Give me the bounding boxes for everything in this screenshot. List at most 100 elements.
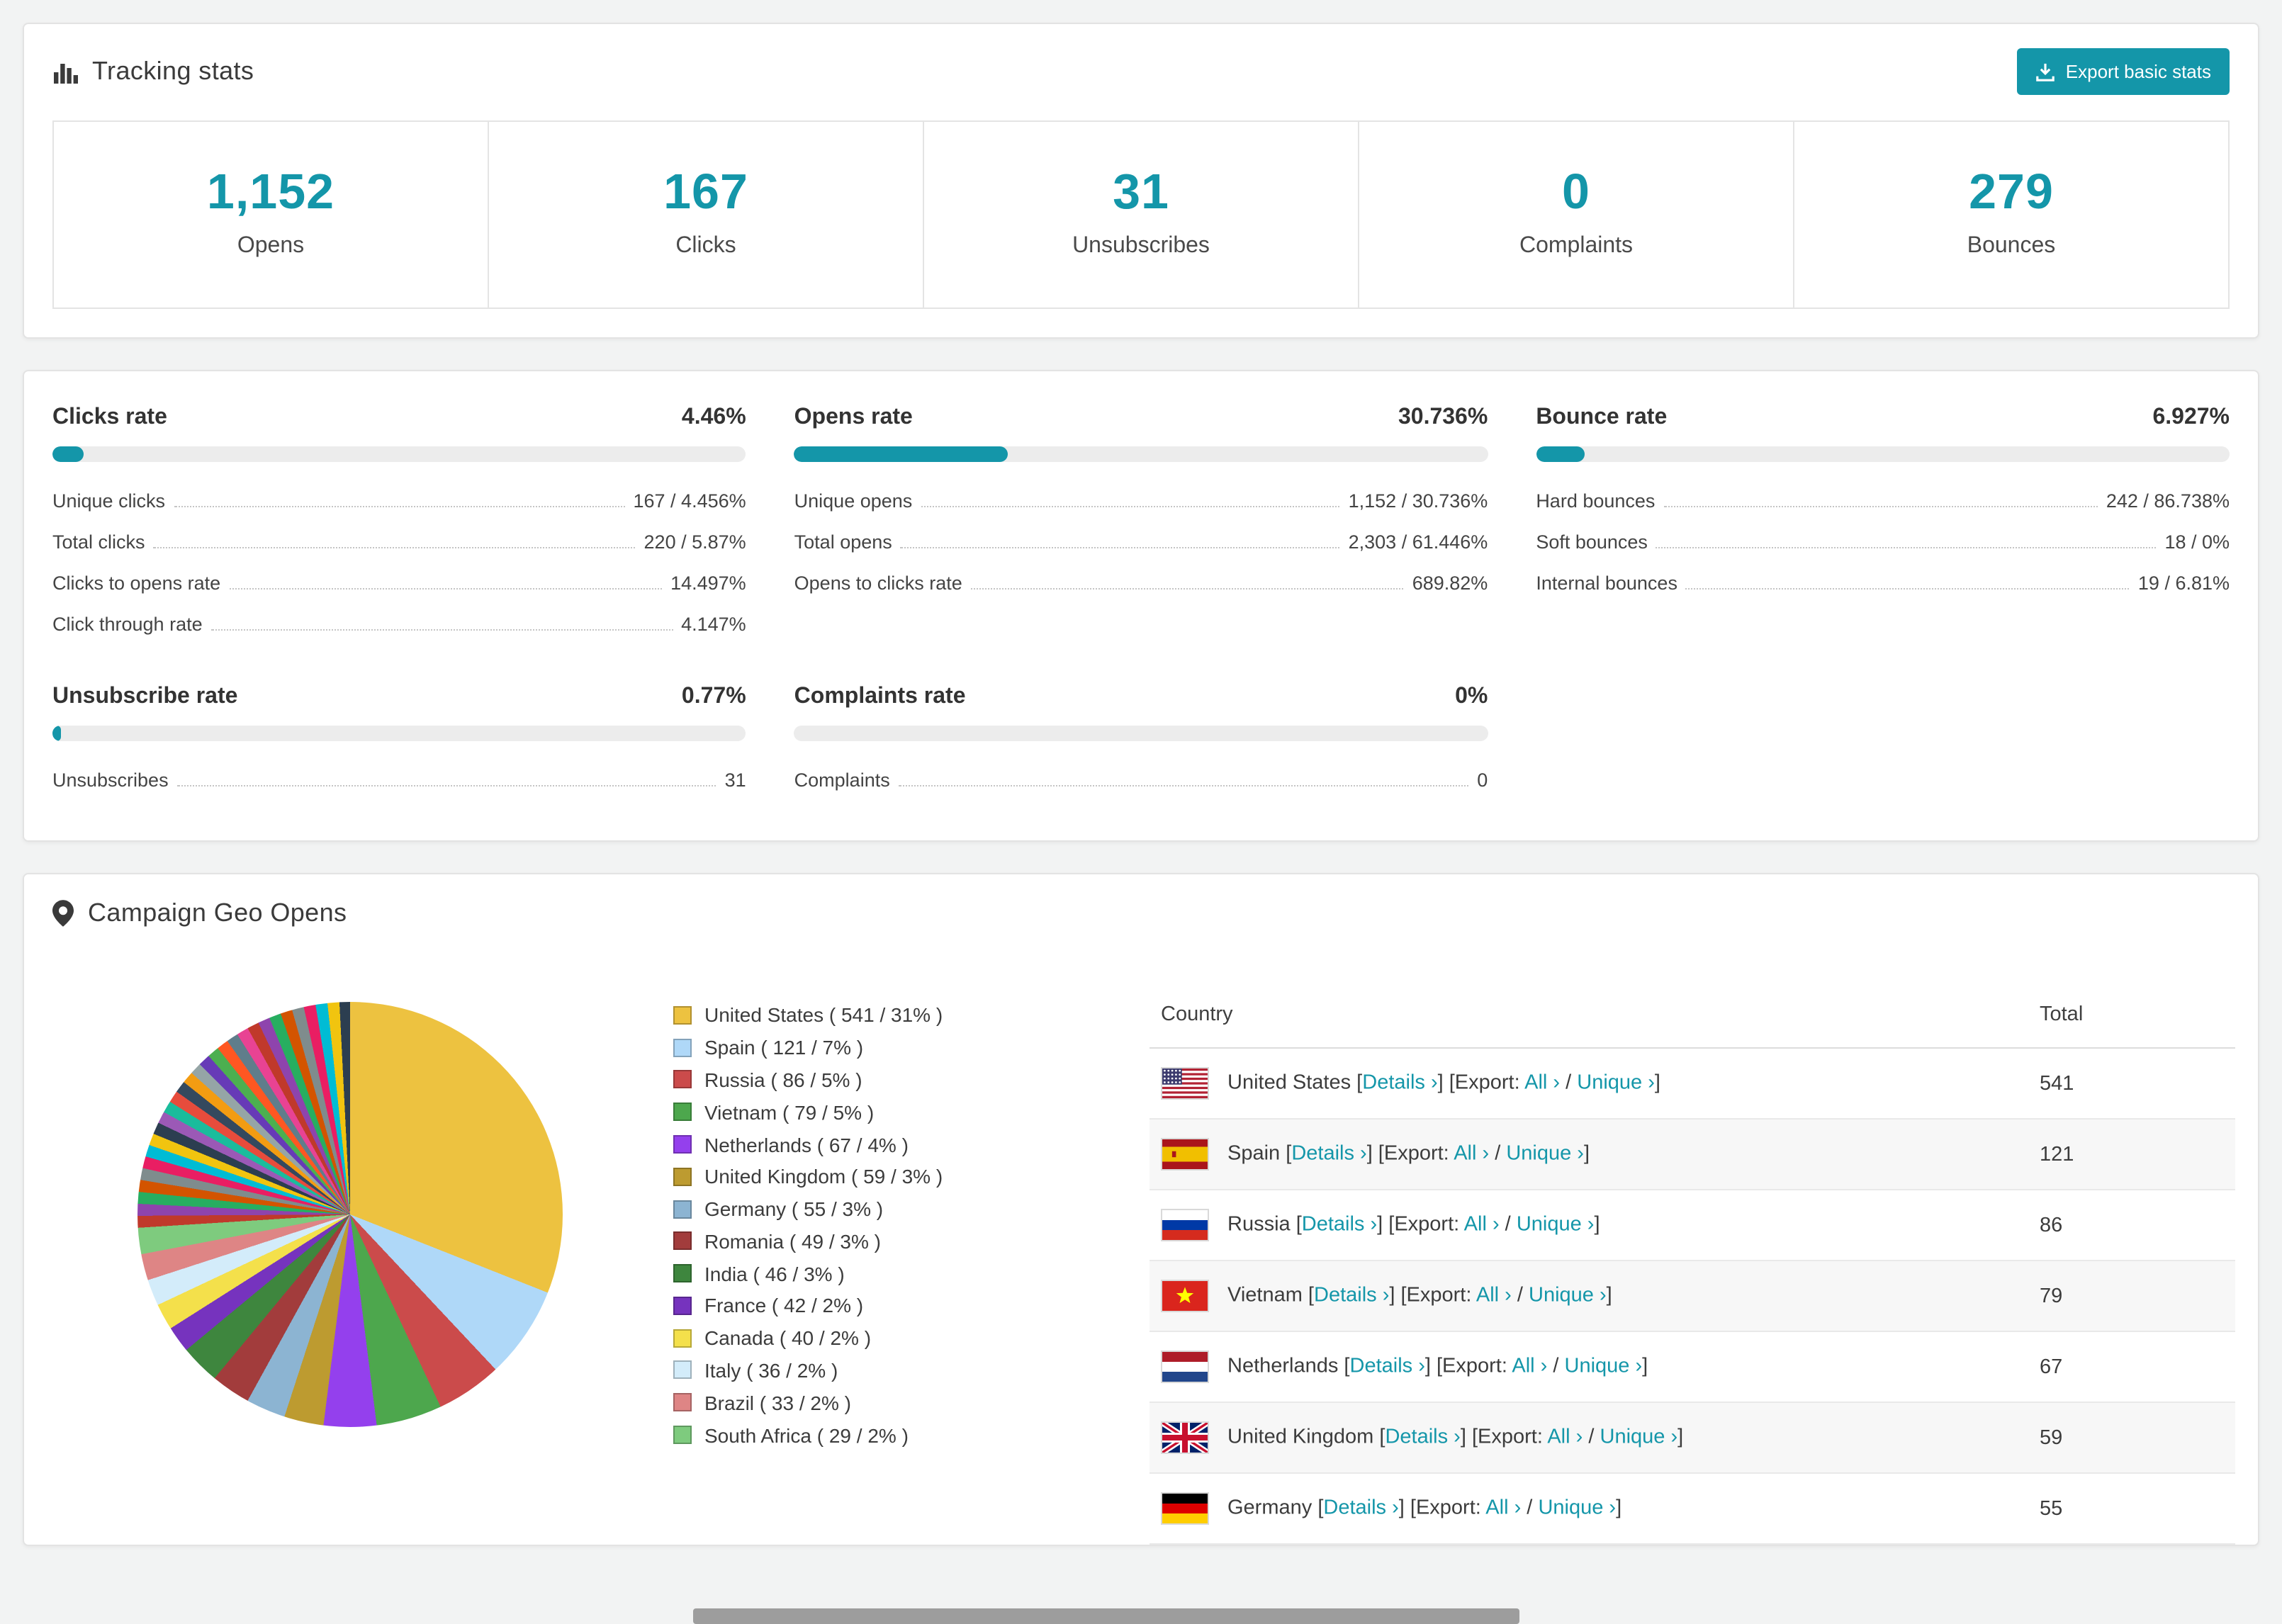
export-unique-link[interactable]: Unique ›: [1577, 1072, 1655, 1095]
details-link[interactable]: Details ›: [1302, 1214, 1377, 1236]
rate-percent: 30.736%: [1398, 405, 1488, 429]
legend-label: Russia ( 86 / 5% ): [704, 1068, 862, 1091]
legend-label: Romania ( 49 / 3% ): [704, 1229, 881, 1253]
dotted-leader: [1663, 506, 2098, 507]
legend-item-romania: Romania ( 49 / 3% ): [673, 1225, 1150, 1258]
flag-nl-icon: [1161, 1350, 1209, 1383]
export-unique-link[interactable]: Unique ›: [1529, 1285, 1607, 1307]
legend-swatch: [673, 1360, 692, 1380]
rate-title: Complaints rate: [794, 684, 966, 709]
rate-progress-fill: [52, 446, 84, 462]
export-basic-stats-button[interactable]: Export basic stats: [2017, 48, 2230, 95]
export-all-link[interactable]: All ›: [1485, 1497, 1521, 1520]
rate-head: Clicks rate 4.46%: [52, 405, 746, 431]
rate-percent: 6.927%: [2152, 405, 2230, 429]
legend-label: Canada ( 40 / 2% ): [704, 1326, 872, 1350]
country-name: Germany: [1227, 1496, 1313, 1520]
rate-row-value: 19 / 6.81%: [2137, 573, 2230, 594]
country-name: Spain: [1227, 1142, 1281, 1166]
export-unique-link[interactable]: Unique ›: [1517, 1214, 1595, 1236]
rate-percent: 0.77%: [681, 684, 746, 709]
country-total: 541: [2028, 1048, 2235, 1120]
legend-item-india: India ( 46 / 3% ): [673, 1258, 1150, 1290]
rate-row-complaints: Complaints 0: [794, 760, 1488, 801]
legend-swatch: [673, 1200, 692, 1219]
country-name: United Kingdom: [1227, 1426, 1374, 1449]
rate-row-value: 31: [724, 769, 746, 791]
details-link[interactable]: Details ›: [1314, 1285, 1389, 1307]
legend-item-vietnam: Vietnam ( 79 / 5% ): [673, 1096, 1150, 1129]
rate-head: Complaints rate 0%: [794, 684, 1488, 710]
export-unique-link[interactable]: Unique ›: [1565, 1355, 1643, 1378]
dotted-leader: [1685, 588, 2130, 590]
rate-percent: 0%: [1455, 684, 1488, 709]
legend-swatch: [673, 1426, 692, 1445]
rate-row-label: Complaints: [794, 769, 890, 791]
rate-block-opens-rate: Opens rate 30.736% Unique opens 1,152 / …: [794, 405, 1488, 645]
legend-swatch: [673, 1167, 692, 1186]
export-all-link[interactable]: All ›: [1476, 1285, 1512, 1307]
rate-row-label: Clicks to opens rate: [52, 573, 221, 594]
legend-label: Italy ( 36 / 2% ): [704, 1358, 838, 1382]
rate-row-label: Opens to clicks rate: [794, 573, 962, 594]
dotted-leader: [229, 588, 663, 590]
legend-label: United Kingdom ( 59 / 3% ): [704, 1165, 943, 1188]
stats-summary-row: 1,152 Opens 167 Clicks 31 Unsubscribes 0…: [52, 120, 2230, 309]
geo-table: Country Total United States [Details ›] …: [1150, 982, 2235, 1545]
rate-row-label: Internal bounces: [1536, 573, 1677, 594]
tracking-stats-card: Tracking stats Export basic stats 1,152 …: [23, 23, 2259, 339]
export-all-link[interactable]: All ›: [1464, 1214, 1500, 1236]
rate-row-value: 220 / 5.87%: [643, 531, 746, 553]
rates-grid: Clicks rate 4.46% Unique clicks 167 / 4.…: [24, 371, 2258, 840]
rate-head: Bounce rate 6.927%: [1536, 405, 2230, 431]
export-unique-link[interactable]: Unique ›: [1538, 1497, 1616, 1520]
export-all-link[interactable]: All ›: [1512, 1355, 1547, 1378]
rate-title: Unsubscribe rate: [52, 684, 238, 709]
rate-row-label: Unsubscribes: [52, 769, 169, 791]
legend-swatch: [673, 1038, 692, 1057]
legend-item-spain: Spain ( 121 / 7% ): [673, 1032, 1150, 1064]
dotted-leader: [970, 588, 1404, 590]
legend-swatch: [673, 1135, 692, 1154]
details-link[interactable]: Details ›: [1350, 1355, 1425, 1378]
legend-item-united-states: United States ( 541 / 31% ): [673, 999, 1150, 1032]
export-all-link[interactable]: All ›: [1524, 1072, 1560, 1095]
stat-label: Clicks: [675, 234, 736, 258]
details-link[interactable]: Details ›: [1362, 1072, 1437, 1095]
geo-legend: United States ( 541 / 31% ) Spain ( 121 …: [673, 999, 1150, 1451]
details-link[interactable]: Details ›: [1291, 1143, 1366, 1166]
rate-rows: Hard bounces 242 / 86.738% Soft bounces …: [1536, 480, 2230, 604]
legend-swatch: [673, 1264, 692, 1283]
rate-rows: Unique clicks 167 / 4.456% Total clicks …: [52, 480, 746, 645]
geo-table-row-netherlands: Netherlands [Details ›] [Export: All › /…: [1150, 1331, 2235, 1403]
legend-item-netherlands: Netherlands ( 67 / 4% ): [673, 1128, 1150, 1161]
rate-progress-track: [794, 726, 1488, 741]
geo-content: United States ( 541 / 31% ) Spain ( 121 …: [24, 945, 2258, 1545]
country-total: 55: [2028, 1473, 2235, 1545]
rate-percent: 4.46%: [681, 405, 746, 429]
rate-rows: Unique opens 1,152 / 30.736% Total opens…: [794, 480, 1488, 604]
stat-value: 167: [663, 164, 748, 220]
stat-value: 1,152: [206, 164, 335, 220]
rate-row-opens-to-clicks-rate: Opens to clicks rate 689.82%: [794, 563, 1488, 604]
export-all-link[interactable]: All ›: [1547, 1426, 1583, 1449]
export-all-link[interactable]: All ›: [1454, 1143, 1489, 1166]
legend-label: Vietnam ( 79 / 5% ): [704, 1100, 875, 1124]
horizontal-scrollbar-thumb[interactable]: [693, 1608, 1519, 1624]
flag-de-icon: [1161, 1492, 1209, 1525]
geo-table-row-germany: Germany [Details ›] [Export: All › / Uni…: [1150, 1473, 2235, 1545]
rate-row-label: Click through rate: [52, 614, 203, 635]
country-total: 79: [2028, 1261, 2235, 1332]
flag-gb-icon: [1161, 1421, 1209, 1454]
legend-item-germany: Germany ( 55 / 3% ): [673, 1192, 1150, 1225]
stat-complaints: 0 Complaints: [1359, 122, 1794, 308]
legend-label: Netherlands ( 67 / 4% ): [704, 1133, 909, 1156]
export-unique-link[interactable]: Unique ›: [1506, 1143, 1584, 1166]
export-unique-link[interactable]: Unique ›: [1600, 1426, 1678, 1449]
details-link[interactable]: Details ›: [1385, 1426, 1460, 1449]
rate-title: Bounce rate: [1536, 405, 1668, 429]
bar-chart-icon: [52, 59, 78, 84]
rate-row-unsubscribes: Unsubscribes 31: [52, 760, 746, 801]
details-link[interactable]: Details ›: [1323, 1497, 1398, 1520]
rate-rows: Complaints 0: [794, 760, 1488, 801]
